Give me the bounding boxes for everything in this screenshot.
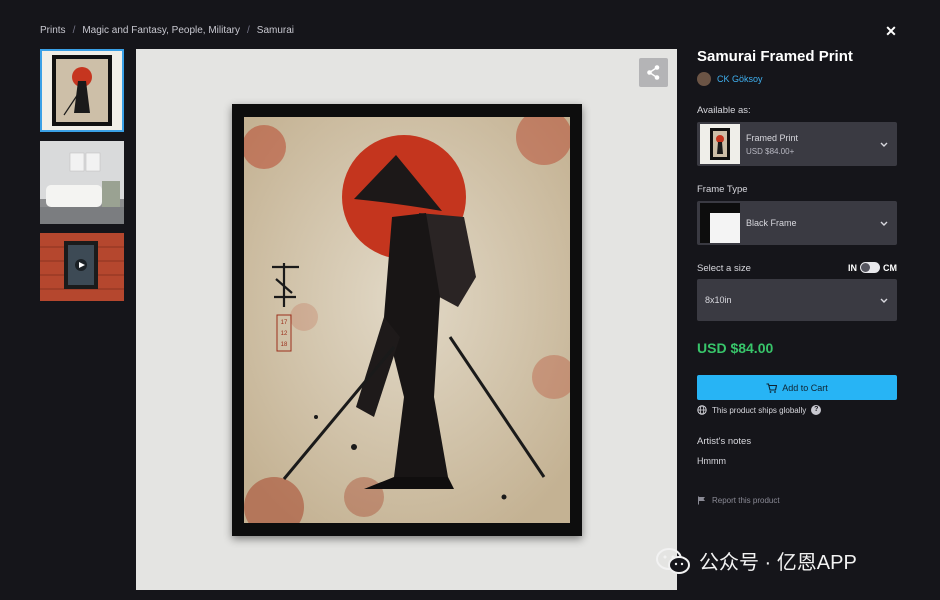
- report-label: Report this product: [712, 496, 780, 505]
- question-icon[interactable]: ?: [811, 405, 822, 415]
- close-icon[interactable]: ✕: [884, 22, 898, 40]
- shipping-text: This product ships globally: [712, 405, 807, 415]
- framed-print-swatch: [700, 124, 740, 164]
- main-image-viewer[interactable]: 17 12 18: [136, 49, 677, 590]
- size-value: 8x10in: [705, 295, 732, 305]
- size-select[interactable]: 8x10in: [697, 279, 897, 321]
- product-type-select[interactable]: Framed Print USD $84.00+: [697, 122, 897, 166]
- unit-cm-label[interactable]: CM: [883, 263, 897, 273]
- frame-type-select[interactable]: Black Frame: [697, 201, 897, 245]
- unit-toggle[interactable]: [860, 262, 880, 273]
- product-type-name: Framed Print: [746, 132, 799, 143]
- room-thumbnail-image: [40, 152, 124, 224]
- flag-icon: [698, 496, 705, 505]
- thumbnail-video[interactable]: [40, 233, 124, 301]
- globe-icon: [697, 405, 707, 415]
- date-stamp-line2: 12: [281, 331, 288, 337]
- cart-icon: [766, 382, 778, 393]
- wechat-icon: [656, 547, 690, 574]
- breadcrumb-category[interactable]: Magic and Fantasy, People, Military: [82, 25, 240, 36]
- artist-link[interactable]: CK Göksoy: [697, 72, 763, 86]
- date-stamp-line3: 18: [281, 342, 288, 348]
- black-frame-swatch: [700, 203, 740, 243]
- unit-in-label[interactable]: IN: [848, 263, 857, 273]
- breadcrumb-separator: /: [247, 25, 250, 36]
- breadcrumb-current[interactable]: Samurai: [257, 25, 294, 36]
- product-price: USD $84.00: [697, 340, 774, 356]
- breadcrumb-separator: /: [72, 25, 76, 36]
- avatar: [697, 72, 711, 86]
- samurai-artwork: 17 12 18: [244, 117, 570, 523]
- thumbnail-room[interactable]: [40, 141, 124, 224]
- add-to-cart-button[interactable]: Add to Cart: [697, 375, 897, 400]
- framed-print: 17 12 18: [232, 104, 582, 536]
- breadcrumb-prints[interactable]: Prints: [40, 25, 66, 36]
- shipping-info: This product ships globally ?: [697, 405, 822, 415]
- chevron-down-icon: [880, 142, 888, 147]
- thumbnail-strip: [40, 49, 124, 310]
- breadcrumb: Prints / Magic and Fantasy, People, Mili…: [40, 25, 294, 36]
- video-thumbnail-image: [40, 233, 124, 301]
- chevron-down-icon: [880, 298, 888, 303]
- frame-type-value: Black Frame: [746, 218, 797, 228]
- artist-notes-text: Hmmm: [697, 456, 726, 466]
- watermark-text: 公众号 · 亿恩APP: [699, 552, 857, 574]
- frame-type-label: Frame Type: [697, 184, 748, 195]
- available-label: Available as:: [697, 105, 751, 116]
- share-icon[interactable]: [639, 58, 668, 87]
- unit-toggle-group: IN CM: [848, 262, 897, 273]
- product-title: Samurai Framed Print: [697, 48, 853, 65]
- add-to-cart-label: Add to Cart: [782, 382, 828, 393]
- artist-notes-title: Artist's notes: [697, 436, 752, 447]
- date-stamp-line1: 17: [281, 320, 288, 326]
- artwork-thumbnail-image: [52, 55, 112, 126]
- watermark: 公众号 · 亿恩APP: [655, 546, 857, 575]
- report-product-link[interactable]: Report this product: [697, 496, 780, 505]
- product-type-price: USD $84.00+: [746, 146, 795, 156]
- chevron-down-icon: [880, 221, 888, 226]
- size-label: Select a size: [697, 263, 751, 274]
- thumbnail-artwork[interactable]: [40, 49, 124, 132]
- artist-name: CK Göksoy: [717, 74, 763, 84]
